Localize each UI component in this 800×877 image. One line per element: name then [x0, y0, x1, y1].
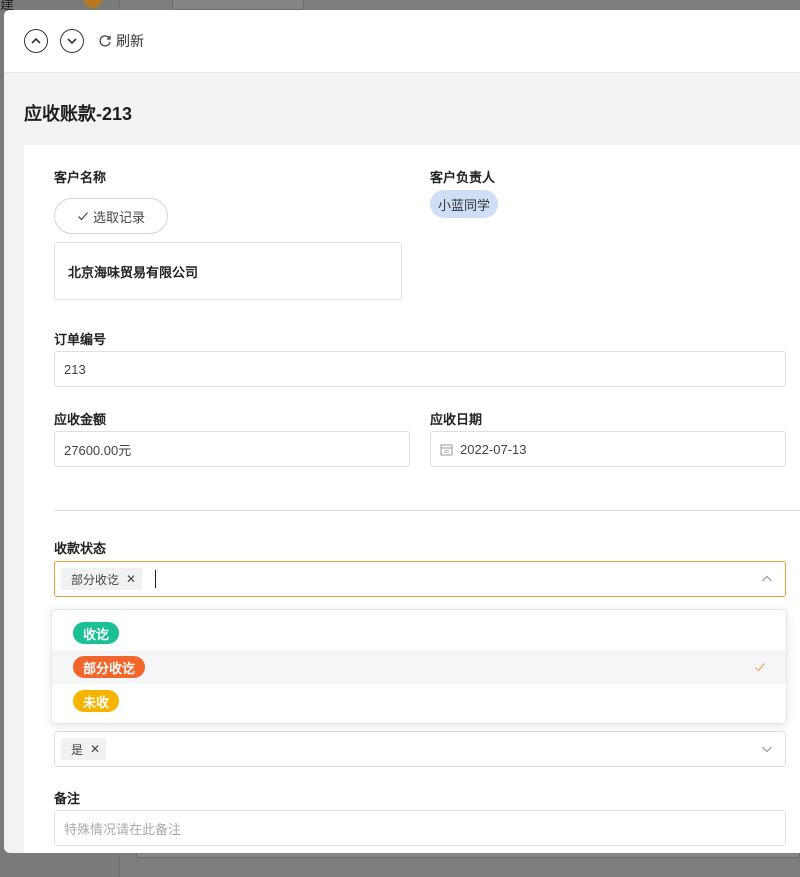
selected-check-icon [755, 663, 765, 672]
status-option-partial[interactable]: 部分收讫 [52, 650, 786, 684]
customer-owner-label: 客户负责人 [430, 170, 496, 185]
calendar-icon [440, 444, 453, 455]
record-title: 应收账款-213 [24, 104, 133, 124]
status-label: 收款状态 [54, 541, 107, 556]
order-no-label: 订单编号 [54, 332, 107, 347]
form-card: 客户名称 选取记录 北京海味贸易有限公司 客户负责人 小蓝同学 订单编号 213… [24, 145, 800, 853]
remark-label: 备注 [54, 791, 81, 806]
status-option-received[interactable]: 收讫 [52, 616, 786, 650]
pick-record-label: 选取记录 [92, 209, 145, 225]
due-date-value: 2022-07-13 [460, 441, 527, 457]
flag-select[interactable]: 是 ✕ [54, 731, 786, 767]
refresh-label: 刷新 [116, 33, 144, 49]
chevron-up-icon [762, 575, 772, 582]
amount-label: 应收金额 [54, 412, 107, 427]
refresh-button[interactable]: 刷新 [98, 31, 144, 51]
due-date-label: 应收日期 [430, 412, 483, 427]
remove-tag-icon[interactable]: ✕ [126, 572, 136, 586]
customer-record-card[interactable]: 北京海味贸易有限公司 [54, 242, 402, 300]
text-cursor [155, 570, 157, 588]
status-tag-label: 部分收讫 [71, 572, 120, 587]
customer-owner-chip[interactable]: 小蓝同学 [430, 190, 499, 218]
amount-input[interactable]: 27600.00元 [54, 431, 410, 467]
refresh-icon [99, 35, 111, 47]
chevron-down-icon [67, 38, 77, 45]
chevron-down-icon [762, 746, 772, 753]
status-tag: 部分收讫 ✕ [61, 568, 143, 590]
background-field [172, 0, 304, 10]
status-dropdown: 收讫 部分收讫 未收 [51, 609, 787, 724]
flag-tag: 是 ✕ [61, 738, 107, 760]
due-date-input[interactable]: 2022-07-13 [430, 431, 786, 467]
next-record-button[interactable] [60, 29, 84, 53]
status-option-pill: 未收 [73, 690, 120, 712]
remark-input[interactable]: 特殊情况请在此备注 [54, 810, 786, 846]
order-no-input[interactable]: 213 [54, 351, 786, 387]
section-divider [54, 510, 800, 511]
status-option-pill: 部分收讫 [73, 656, 146, 678]
customer-name-value: 北京海味贸易有限公司 [68, 264, 199, 280]
background-badge [84, 0, 102, 8]
status-select[interactable]: 部分收讫 ✕ [54, 561, 786, 597]
previous-record-button[interactable] [24, 29, 48, 53]
modal-toolbar: 刷新 [4, 10, 800, 73]
pick-record-button[interactable]: 选取记录 [54, 198, 168, 234]
status-option-pill: 收讫 [73, 622, 120, 644]
record-modal: 刷新 应收账款-213 客户名称 选取记录 北京海味贸易有限公司 客户负责人 小… [4, 10, 800, 853]
chevron-up-icon [31, 37, 41, 44]
remove-tag-icon[interactable]: ✕ [90, 742, 100, 756]
status-option-unreceived[interactable]: 未收 [52, 684, 786, 718]
customer-name-label: 客户名称 [54, 170, 107, 185]
check-icon [78, 212, 88, 221]
flag-tag-label: 是 [71, 742, 84, 757]
